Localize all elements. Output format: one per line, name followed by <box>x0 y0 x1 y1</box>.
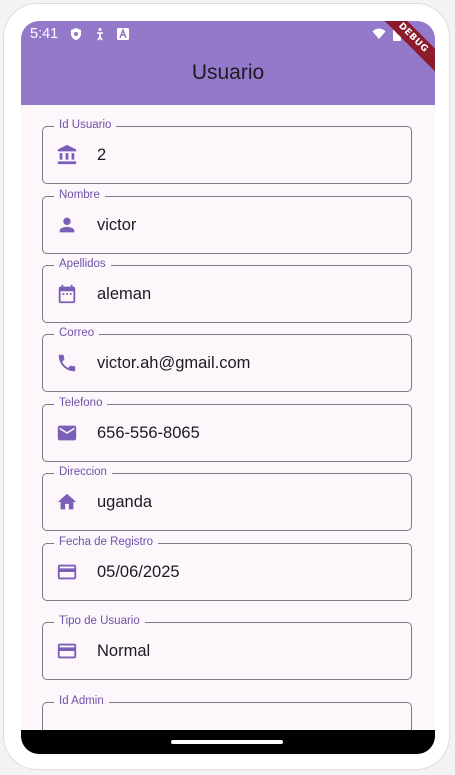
id-usuario-field[interactable]: Id Usuario 2 <box>42 118 412 184</box>
system-nav-bar <box>21 730 435 754</box>
mail-icon <box>57 425 77 441</box>
app-bar: 5:41 Usuario DEBUG <box>21 21 435 105</box>
shield-icon <box>71 28 81 40</box>
wifi-icon <box>372 28 386 39</box>
accessibility-icon <box>97 28 103 41</box>
font-icon <box>117 27 129 40</box>
phone-frame: 5:41 Usuario DEBUG Id Usuario 2 Nombre v… <box>3 3 450 770</box>
direccion-field[interactable]: Direccion uganda <box>42 465 412 531</box>
field-value: Normal <box>97 642 151 660</box>
field-label: Correo <box>54 326 100 341</box>
field-label: Fecha de Registro <box>54 535 158 550</box>
home-icon <box>57 493 77 510</box>
fecha-registro-field[interactable]: Fecha de Registro 05/06/2025 <box>42 535 412 601</box>
apellidos-field[interactable]: Apellidos aleman <box>42 257 412 323</box>
field-value: 05/06/2025 <box>97 563 180 581</box>
field-value: victor <box>97 216 137 234</box>
correo-field[interactable]: Correo victor.ah@gmail.com <box>42 326 412 392</box>
calendar-icon <box>58 284 76 304</box>
field-value: 2 <box>97 146 107 164</box>
status-time: 5:41 <box>30 26 59 42</box>
bank-icon <box>57 144 77 165</box>
tipo-usuario-field[interactable]: Tipo de Usuario Normal <box>42 614 412 680</box>
home-gesture-handle[interactable] <box>171 740 283 744</box>
credit-card-icon <box>57 564 77 580</box>
field-label: Nombre <box>54 188 105 203</box>
field-label: Telefono <box>54 396 108 411</box>
field-label: Id Admin <box>54 694 109 709</box>
credit-card-icon <box>57 643 77 659</box>
phone-icon <box>58 354 76 372</box>
field-value: victor.ah@gmail.com <box>97 354 251 372</box>
field-value: 656-556-8065 <box>97 424 200 442</box>
person-icon <box>59 217 75 233</box>
page-title: Usuario <box>191 61 265 84</box>
field-value: aleman <box>97 285 152 303</box>
field-label: Id Usuario <box>54 118 117 133</box>
telefono-field[interactable]: Telefono 656-556-8065 <box>42 396 412 462</box>
field-label: Tipo de Usuario <box>54 614 145 629</box>
field-label: Direccion <box>54 465 112 480</box>
app-screen: 5:41 Usuario DEBUG Id Usuario 2 Nombre v… <box>21 21 435 754</box>
nombre-field[interactable]: Nombre victor <box>42 188 412 254</box>
field-label: Apellidos <box>54 257 111 272</box>
status-bar: 5:41 <box>21 21 435 49</box>
field-value: uganda <box>97 493 153 511</box>
